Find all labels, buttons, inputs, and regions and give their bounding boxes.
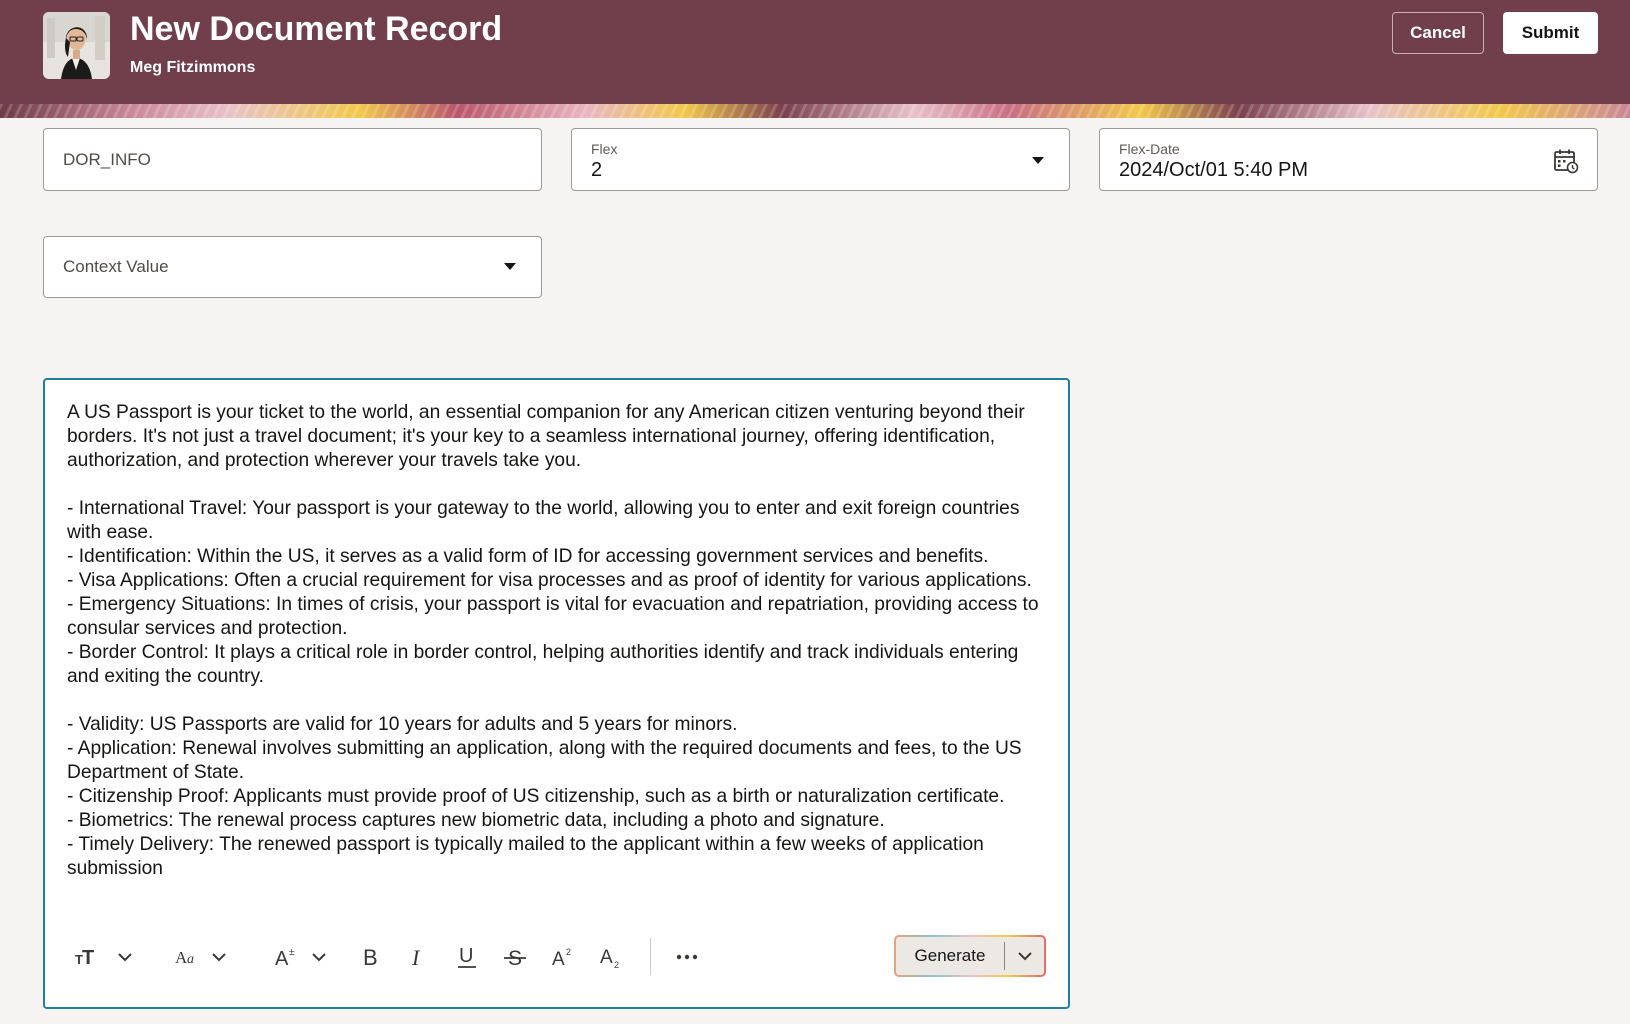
svg-text:2: 2 <box>566 947 571 957</box>
svg-text:U: U <box>459 945 473 967</box>
more-icon[interactable] <box>671 940 703 974</box>
avatar <box>43 12 110 79</box>
flex-label: Flex <box>591 141 618 157</box>
editor-content[interactable]: A US Passport is your ticket to the worl… <box>67 401 1047 881</box>
flex-date-label: Flex-Date <box>1119 141 1180 157</box>
context-value-select[interactable]: Context Value <box>43 236 542 298</box>
page-header: New Document Record Meg Fitzimmons Cance… <box>0 0 1630 104</box>
underline-icon[interactable]: U <box>453 940 481 974</box>
generate-options-button[interactable] <box>1005 937 1044 975</box>
cancel-button[interactable]: Cancel <box>1392 12 1484 54</box>
superscript-icon[interactable]: A 2 <box>549 940 577 974</box>
flex-select[interactable]: Flex 2 <box>571 128 1070 191</box>
svg-text:A: A <box>600 947 613 968</box>
text-size-icon[interactable]: T T <box>75 940 133 974</box>
toolbar-separator <box>650 938 651 975</box>
svg-text:2: 2 <box>614 960 619 970</box>
page-subtitle: Meg Fitzimmons <box>130 59 256 76</box>
svg-text:A: A <box>552 949 565 969</box>
header-decoration <box>0 104 1630 118</box>
svg-text:I: I <box>411 945 421 969</box>
dor-info-value: DOR_INFO <box>63 149 151 169</box>
subscript-icon[interactable]: A 2 <box>597 940 625 974</box>
flex-date-value: 2024/Oct/01 5:40 PM <box>1119 159 1309 181</box>
italic-icon[interactable]: I <box>405 940 433 974</box>
bold-icon[interactable]: B <box>357 940 385 974</box>
calendar-icon[interactable] <box>1553 148 1579 174</box>
svg-text:±: ± <box>289 947 295 958</box>
generate-button-inner: Generate <box>896 937 1044 975</box>
svg-text:B: B <box>363 945 378 969</box>
flex-value: 2 <box>591 159 603 181</box>
chevron-down-icon <box>1017 952 1032 961</box>
font-size-icon[interactable]: A ± <box>275 940 333 974</box>
page-title: New Document Record <box>130 10 503 48</box>
strikethrough-icon[interactable]: S <box>501 940 529 974</box>
generate-button[interactable]: Generate <box>896 937 1004 975</box>
svg-text:a: a <box>187 952 194 967</box>
context-value-placeholder: Context Value <box>63 257 169 276</box>
rich-text-editor[interactable]: A US Passport is your ticket to the worl… <box>43 378 1070 1009</box>
font-family-icon[interactable]: A a <box>175 940 233 974</box>
generate-button-group: Generate <box>894 935 1046 977</box>
svg-text:T: T <box>82 947 94 969</box>
submit-button[interactable]: Submit <box>1503 12 1598 54</box>
svg-text:A: A <box>275 948 289 969</box>
chevron-down-icon[interactable] <box>1032 157 1044 164</box>
chevron-down-icon[interactable] <box>504 263 516 270</box>
dor-info-field[interactable]: DOR_INFO <box>43 128 542 191</box>
flex-date-field[interactable]: Flex-Date 2024/Oct/01 5:40 PM <box>1099 128 1598 191</box>
